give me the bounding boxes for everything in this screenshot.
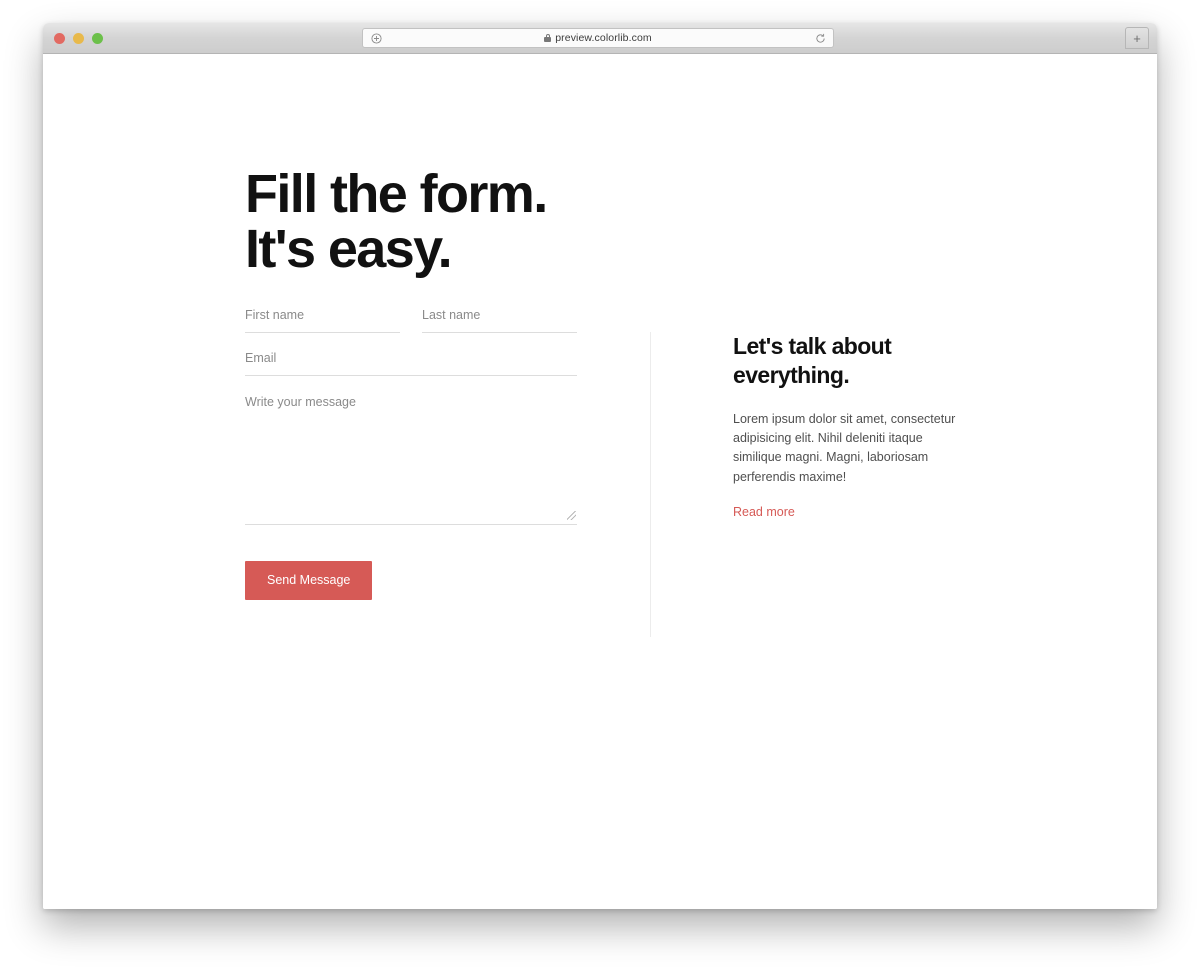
first-name-field	[245, 304, 400, 333]
page-title-line1: Fill the form.	[245, 164, 548, 225]
message-textarea[interactable]	[245, 390, 577, 525]
info-title-line1: Let's talk about	[733, 333, 892, 359]
email-field	[245, 347, 577, 376]
page-viewport: Fill the form. It's easy. First name Las…	[43, 54, 1157, 909]
page-info-icon[interactable]	[363, 32, 389, 44]
email-input[interactable]	[245, 347, 577, 376]
close-window-button[interactable]	[54, 33, 65, 44]
last-name-input[interactable]	[422, 304, 577, 333]
new-tab-label: +	[1133, 30, 1141, 46]
column-divider	[650, 332, 651, 637]
reload-icon[interactable]	[807, 33, 833, 44]
maximize-window-button[interactable]	[92, 33, 103, 44]
info-column: Let's talk about everything. Lorem ipsum…	[733, 332, 973, 521]
info-paragraph: Lorem ipsum dolor sit amet, consectetur …	[733, 411, 956, 484]
window-controls	[54, 33, 103, 44]
info-title: Let's talk about everything.	[733, 332, 973, 390]
contact-form: Send Message	[245, 304, 577, 600]
name-fields-row	[245, 304, 577, 347]
read-more-link[interactable]: Read more	[733, 505, 795, 519]
message-field	[245, 390, 577, 530]
address-bar[interactable]: preview.colorlib.com	[362, 28, 834, 48]
address-bar-url: preview.colorlib.com	[555, 32, 652, 44]
new-tab-button[interactable]: +	[1125, 27, 1149, 49]
last-name-field	[422, 304, 577, 333]
browser-titlebar: preview.colorlib.com +	[43, 23, 1157, 54]
first-name-input[interactable]	[245, 304, 400, 333]
browser-window: preview.colorlib.com + Fill the form. It…	[43, 23, 1157, 909]
send-message-button[interactable]: Send Message	[245, 561, 373, 600]
address-bar-url-group: preview.colorlib.com	[389, 32, 807, 44]
minimize-window-button[interactable]	[73, 33, 84, 44]
lock-icon	[544, 34, 552, 42]
info-title-line2: everything.	[733, 361, 850, 388]
page-title: Fill the form. It's easy.	[245, 164, 548, 280]
page-title-line2: It's easy.	[245, 219, 453, 280]
